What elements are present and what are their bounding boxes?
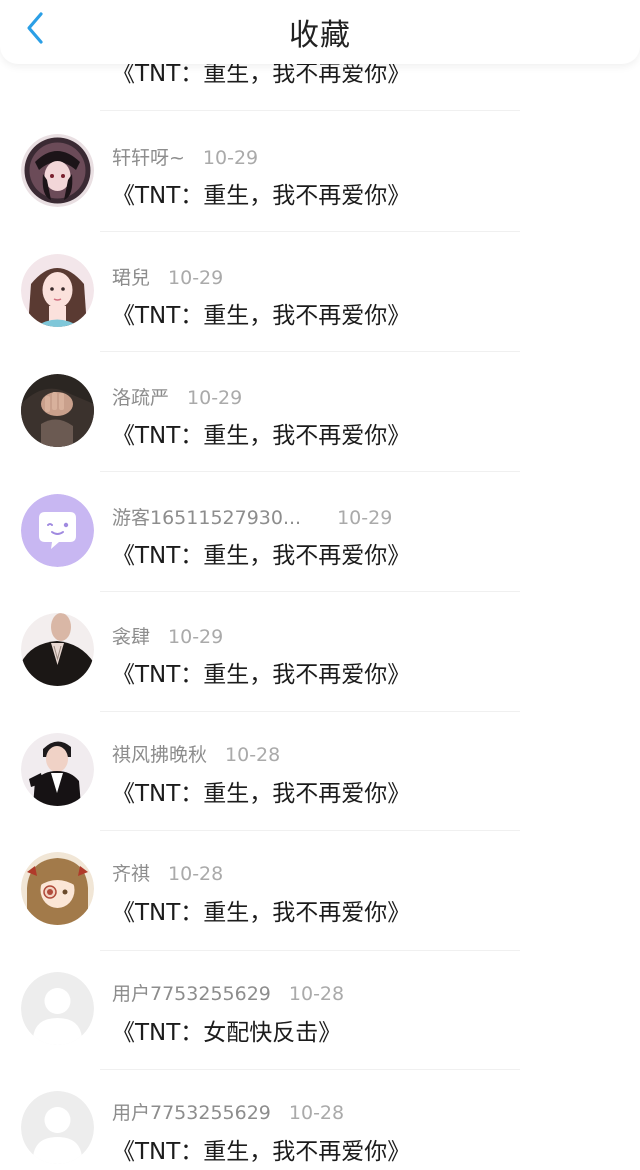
book-title[interactable]: 《TNT：重生，我不再爱你》 [112, 655, 410, 689]
date: 10-28 [288, 983, 345, 1005]
list-item[interactable]: 齐祺 10-28 《TNT：重生，我不再爱你》 [0, 832, 640, 952]
item-meta: 洛疏严 10-29 [112, 383, 242, 410]
chat-bubble-avatar[interactable] [21, 494, 94, 567]
divider [100, 830, 520, 831]
user-name[interactable]: 祺风拂晚秋 [112, 740, 207, 767]
divider [100, 1069, 520, 1070]
anime-girl-avatar[interactable] [21, 852, 94, 925]
list-item[interactable]: 用户7753255629 10-28 《TNT：女配快反击》 [0, 952, 640, 1072]
user-name[interactable]: 珺兒 [112, 263, 150, 290]
item-meta: 游客16511527930... 10-29 [112, 503, 392, 530]
list-item[interactable]: 洛疏严 10-29 《TNT：重生，我不再爱你》 [0, 352, 640, 472]
divider [100, 950, 520, 951]
user-name[interactable]: 衾肆 [112, 622, 150, 649]
divider [100, 110, 520, 111]
book-title[interactable]: 《TNT：重生，我不再爱你》 [112, 1132, 410, 1166]
list-item[interactable]: 衾肆 10-29 《TNT：重生，我不再爱你》 [0, 592, 640, 712]
item-meta: 轩轩呀~ 10-29 [112, 143, 258, 170]
hand-photo-avatar[interactable] [21, 374, 94, 447]
item-meta: 衾肆 10-29 [112, 622, 223, 649]
book-title[interactable]: 《TNT：重生，我不再爱你》 [112, 296, 410, 330]
user-name[interactable]: 洛疏严 [112, 383, 169, 410]
item-meta: 祺风拂晚秋 10-28 [112, 740, 280, 767]
man-suit-avatar[interactable] [21, 613, 94, 686]
book-title[interactable]: 《TNT：女配快反击》 [112, 1013, 341, 1047]
list-item[interactable]: 轩轩呀~ 10-29 《TNT：重生，我不再爱你》 [0, 112, 640, 232]
book-title[interactable]: 《TNT：重生，我不再爱你》 [112, 416, 410, 450]
list-item[interactable]: 祺风拂晚秋 10-28 《TNT：重生，我不再爱你》 [0, 712, 640, 832]
user-name[interactable]: 游客16511527930... [112, 503, 301, 530]
list-item[interactable]: 游客16511527930... 10-29 《TNT：重生，我不再爱你》 [0, 472, 640, 592]
default-user-avatar[interactable] [21, 972, 94, 1045]
user-name[interactable]: 轩轩呀~ [112, 143, 185, 170]
item-meta: 用户7753255629 10-28 [112, 1098, 344, 1125]
book-title[interactable]: 《TNT：重生，我不再爱你》 [112, 774, 410, 808]
book-title[interactable]: 《TNT：重生，我不再爱你》 [112, 536, 410, 570]
chevron-left-icon[interactable] [24, 11, 46, 49]
date: 10-29 [187, 387, 243, 409]
user-name[interactable]: 齐祺 [112, 859, 150, 886]
item-meta: 用户7753255629 10-28 [112, 979, 344, 1006]
default-user-avatar[interactable] [21, 1091, 94, 1164]
list-item[interactable]: 珺兒 10-29 《TNT：重生，我不再爱你》 [0, 232, 640, 352]
date: 10-28 [288, 1102, 345, 1124]
book-title[interactable]: 《TNT：重生，我不再爱你》 [112, 176, 410, 210]
date: 10-28 [168, 863, 224, 885]
list-item[interactable]: 用户7753255629 10-28 《TNT：重生，我不再爱你》 [0, 1072, 640, 1170]
top-bar: 收藏 [0, 0, 640, 64]
item-meta: 齐祺 10-28 [112, 859, 223, 886]
date: 10-29 [168, 267, 224, 289]
date: 10-29 [168, 626, 224, 648]
item-meta: 珺兒 10-29 [112, 263, 223, 290]
cartoon-girl-avatar[interactable] [21, 254, 94, 327]
date: 10-28 [225, 744, 281, 766]
user-name[interactable]: 用户7753255629 [112, 979, 271, 1006]
page-title: 收藏 [289, 18, 351, 53]
user-name[interactable]: 用户7753255629 [112, 1098, 271, 1125]
date: 10-29 [202, 147, 259, 169]
dark-girl-avatar[interactable] [21, 134, 94, 207]
boy-photo-avatar[interactable] [21, 733, 94, 806]
date: 10-29 [337, 507, 393, 529]
back-button[interactable] [20, 12, 50, 48]
book-title[interactable]: 《TNT：重生，我不再爱你》 [112, 893, 410, 927]
